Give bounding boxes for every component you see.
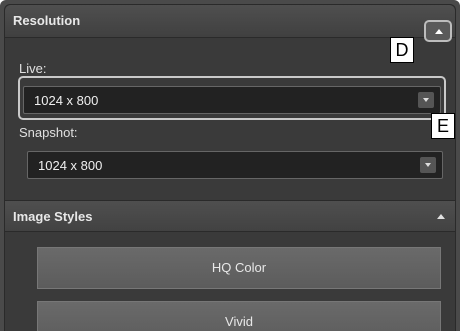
live-label: Live: (19, 61, 47, 76)
chevron-down-icon (420, 157, 436, 173)
hq-color-button[interactable]: HQ Color (37, 247, 441, 289)
snapshot-resolution-select[interactable]: 1024 x 800 (27, 151, 443, 179)
image-styles-title: Image Styles (13, 209, 93, 224)
resolution-collapse-button[interactable] (424, 20, 452, 42)
resolution-title: Resolution (13, 13, 81, 28)
image-styles-panel: Image Styles HQ Color Vivid (4, 200, 456, 331)
live-select-highlight (18, 76, 446, 120)
triangle-up-icon[interactable] (437, 214, 445, 219)
vivid-button[interactable]: Vivid (37, 301, 441, 331)
triangle-up-icon (435, 29, 443, 34)
callout-e: E (431, 113, 455, 139)
camera-settings-panel: Resolution Live: 1024 x 800 Snapshot: 10… (0, 0, 460, 331)
snapshot-resolution-value: 1024 x 800 (38, 158, 103, 173)
resolution-header[interactable]: Resolution (5, 5, 455, 38)
callout-d: D (390, 37, 414, 63)
image-styles-header[interactable]: Image Styles (5, 201, 455, 232)
snapshot-label: Snapshot: (19, 125, 78, 140)
